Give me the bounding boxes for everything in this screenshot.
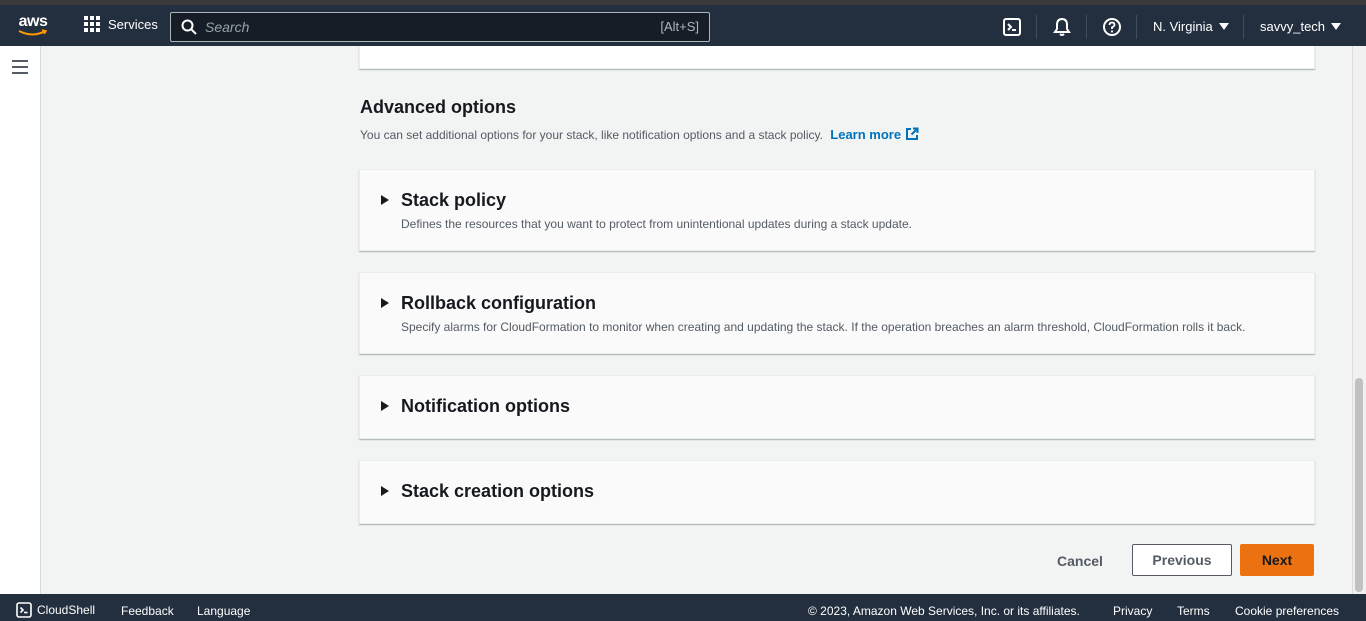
external-link-icon xyxy=(906,127,919,140)
account-label: savvy_tech xyxy=(1260,19,1326,34)
advanced-options-heading: Advanced options xyxy=(360,97,517,117)
notification-options-panel[interactable]: Notification options xyxy=(359,375,1315,439)
services-menu-button[interactable]: Services xyxy=(84,16,158,32)
panel-title: Stack creation options xyxy=(401,481,595,501)
caret-right-icon xyxy=(381,298,389,308)
side-navigation xyxy=(0,46,41,594)
learn-more-label: Learn more xyxy=(830,127,902,142)
panel-title: Stack policy xyxy=(401,190,507,210)
previous-container-bottom xyxy=(359,46,1315,69)
previous-button[interactable]: Previous xyxy=(1132,544,1232,576)
feedback-link[interactable]: Feedback xyxy=(121,604,174,618)
panel-description: Specify alarms for CloudFormation to mon… xyxy=(401,320,1246,334)
caret-right-icon xyxy=(381,401,389,411)
search-box[interactable]: [Alt+S] xyxy=(170,12,710,42)
services-label: Services xyxy=(108,16,158,32)
search-shortcut-hint: [Alt+S] xyxy=(660,19,699,34)
divider xyxy=(1136,15,1137,39)
caret-right-icon xyxy=(381,486,389,496)
divider xyxy=(1036,15,1037,39)
divider xyxy=(1243,15,1244,39)
caret-right-icon xyxy=(381,195,389,205)
cloudshell-icon[interactable] xyxy=(1002,17,1022,37)
stack-policy-panel[interactable]: Stack policy Defines the resources that … xyxy=(359,169,1315,251)
panel-title: Rollback configuration xyxy=(401,293,597,313)
scrollbar-thumb[interactable] xyxy=(1355,378,1363,592)
divider xyxy=(1086,15,1087,39)
cancel-button[interactable]: Cancel xyxy=(1044,545,1116,576)
stack-creation-options-panel[interactable]: Stack creation options xyxy=(359,460,1315,524)
advanced-options-text: You can set additional options for your … xyxy=(360,128,823,142)
notifications-bell-icon[interactable] xyxy=(1052,17,1072,37)
aws-logo-text: aws xyxy=(18,13,48,30)
caret-down-icon xyxy=(1218,23,1229,30)
menu-hamburger-icon[interactable] xyxy=(12,60,28,74)
cloudshell-icon xyxy=(16,602,32,618)
help-icon[interactable] xyxy=(1102,17,1122,37)
panel-title: Notification options xyxy=(401,396,570,416)
account-menu[interactable]: savvy_tech xyxy=(1260,19,1342,34)
services-grid-icon xyxy=(84,16,100,32)
search-input[interactable] xyxy=(205,19,625,35)
advanced-options-description: You can set additional options for your … xyxy=(360,127,919,142)
learn-more-link[interactable]: Learn more xyxy=(830,127,919,142)
top-navigation-bar: aws Services [Alt+S] N. Virgin xyxy=(0,0,1366,46)
terms-link[interactable]: Terms xyxy=(1177,604,1210,618)
cookie-preferences-link[interactable]: Cookie preferences xyxy=(1235,604,1339,618)
cloudshell-label: CloudShell xyxy=(37,603,96,617)
console-footer: CloudShell Feedback Language © 2023, Ama… xyxy=(0,594,1366,621)
language-link[interactable]: Language xyxy=(197,604,250,618)
aws-logo[interactable]: aws xyxy=(16,13,50,43)
next-button[interactable]: Next xyxy=(1240,544,1314,576)
privacy-link[interactable]: Privacy xyxy=(1113,604,1152,618)
caret-down-icon xyxy=(1331,23,1342,30)
region-label: N. Virginia xyxy=(1153,19,1213,34)
rollback-configuration-panel[interactable]: Rollback configuration Specify alarms fo… xyxy=(359,272,1315,354)
cloudshell-footer-button[interactable]: CloudShell xyxy=(16,602,95,618)
panel-description: Defines the resources that you want to p… xyxy=(401,217,912,231)
search-icon xyxy=(181,19,197,35)
copyright-text: © 2023, Amazon Web Services, Inc. or its… xyxy=(808,604,1080,618)
region-selector[interactable]: N. Virginia xyxy=(1153,19,1229,34)
